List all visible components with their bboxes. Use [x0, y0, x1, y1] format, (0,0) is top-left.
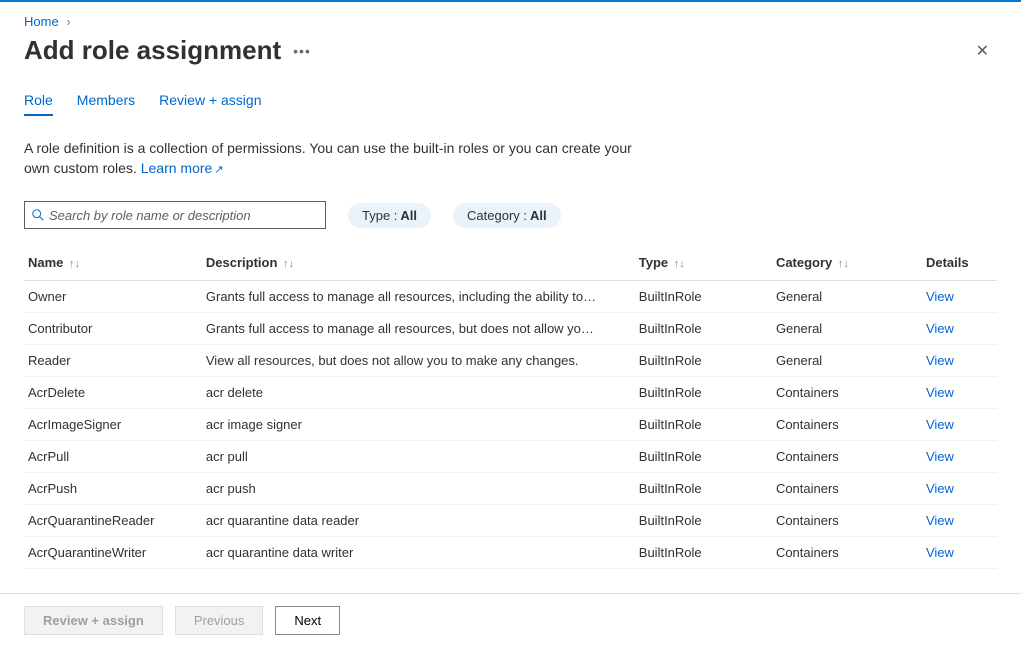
close-icon[interactable]: ✕ [976, 41, 989, 61]
sort-icon[interactable]: ↑↓ [69, 258, 80, 270]
footer-actions: Review + assign Previous Next [0, 593, 1021, 647]
previous-button: Previous [175, 606, 264, 635]
table-row[interactable]: AcrPushacr pushBuiltInRoleContainersView [24, 473, 997, 505]
sort-icon[interactable]: ↑↓ [674, 258, 685, 270]
table-row[interactable]: OwnerGrants full access to manage all re… [24, 281, 997, 313]
tab-review-assign[interactable]: Review + assign [159, 92, 261, 116]
sort-icon[interactable]: ↑↓ [838, 258, 849, 270]
table-row[interactable]: AcrQuarantineReaderacr quarantine data r… [24, 505, 997, 537]
table-row[interactable]: ReaderView all resources, but does not a… [24, 345, 997, 377]
filter-type[interactable]: Type : All [348, 203, 431, 228]
cell-type: BuiltInRole [635, 313, 772, 345]
cell-category: Containers [772, 537, 922, 569]
cell-description: Grants full access to manage all resourc… [202, 313, 635, 345]
filter-type-value: All [400, 208, 417, 223]
col-header-description[interactable]: Description ↑↓ [202, 247, 635, 281]
tab-members[interactable]: Members [77, 92, 135, 116]
cell-category: Containers [772, 377, 922, 409]
cell-type: BuiltInRole [635, 505, 772, 537]
more-actions-icon[interactable]: ••• [293, 43, 311, 59]
sort-icon[interactable]: ↑↓ [283, 258, 294, 270]
external-link-icon: ↗ [214, 163, 223, 179]
table-row[interactable]: AcrImageSigneracr image signerBuiltInRol… [24, 409, 997, 441]
cell-category: General [772, 345, 922, 377]
cell-name: Reader [24, 345, 202, 377]
cell-category: Containers [772, 441, 922, 473]
col-header-details: Details [922, 247, 997, 281]
cell-description: View all resources, but does not allow y… [202, 345, 635, 377]
breadcrumb: Home › [0, 2, 1021, 29]
view-link[interactable]: View [922, 377, 997, 409]
cell-type: BuiltInRole [635, 377, 772, 409]
search-icon [31, 208, 45, 222]
table-row[interactable]: AcrPullacr pullBuiltInRoleContainersView [24, 441, 997, 473]
view-link[interactable]: View [922, 313, 997, 345]
cell-type: BuiltInRole [635, 441, 772, 473]
cell-name: Owner [24, 281, 202, 313]
cell-name: AcrPull [24, 441, 202, 473]
cell-name: Contributor [24, 313, 202, 345]
learn-more-link[interactable]: Learn more [141, 160, 213, 176]
description-text: A role definition is a collection of per… [24, 138, 644, 179]
cell-category: General [772, 281, 922, 313]
cell-category: Containers [772, 505, 922, 537]
table-row[interactable]: AcrQuarantineWriteracr quarantine data w… [24, 537, 997, 569]
table-row[interactable]: AcrDeleteacr deleteBuiltInRoleContainers… [24, 377, 997, 409]
tab-role[interactable]: Role [24, 92, 53, 116]
view-link[interactable]: View [922, 505, 997, 537]
cell-name: AcrImageSigner [24, 409, 202, 441]
cell-description: acr image signer [202, 409, 635, 441]
cell-category: Containers [772, 473, 922, 505]
cell-description: acr delete [202, 377, 635, 409]
breadcrumb-home[interactable]: Home [24, 14, 59, 29]
col-header-type[interactable]: Type ↑↓ [635, 247, 772, 281]
chevron-right-icon: › [66, 14, 70, 29]
roles-table: Name ↑↓ Description ↑↓ Type ↑↓ Category … [24, 247, 997, 569]
table-row[interactable]: ContributorGrants full access to manage … [24, 313, 997, 345]
cell-name: AcrDelete [24, 377, 202, 409]
view-link[interactable]: View [922, 281, 997, 313]
next-button[interactable]: Next [275, 606, 340, 635]
filter-category-value: All [530, 208, 547, 223]
cell-type: BuiltInRole [635, 281, 772, 313]
view-link[interactable]: View [922, 345, 997, 377]
horizontal-scrollbar[interactable] [0, 647, 1021, 662]
filter-type-label: Type : [362, 208, 397, 223]
col-header-name[interactable]: Name ↑↓ [24, 247, 202, 281]
search-input[interactable] [49, 208, 319, 223]
cell-description: Grants full access to manage all resourc… [202, 281, 635, 313]
review-assign-button: Review + assign [24, 606, 163, 635]
cell-description: acr quarantine data writer [202, 537, 635, 569]
page-title: Add role assignment [24, 35, 281, 66]
view-link[interactable]: View [922, 409, 997, 441]
view-link[interactable]: View [922, 537, 997, 569]
cell-name: AcrQuarantineReader [24, 505, 202, 537]
cell-description: acr quarantine data reader [202, 505, 635, 537]
view-link[interactable]: View [922, 441, 997, 473]
filter-category-label: Category : [467, 208, 527, 223]
cell-type: BuiltInRole [635, 473, 772, 505]
cell-name: AcrPush [24, 473, 202, 505]
cell-name: AcrQuarantineWriter [24, 537, 202, 569]
cell-type: BuiltInRole [635, 345, 772, 377]
filter-category[interactable]: Category : All [453, 203, 561, 228]
col-header-category[interactable]: Category ↑↓ [772, 247, 922, 281]
view-link[interactable]: View [922, 473, 997, 505]
search-input-wrapper[interactable] [24, 201, 326, 229]
cell-type: BuiltInRole [635, 409, 772, 441]
cell-description: acr push [202, 473, 635, 505]
cell-category: General [772, 313, 922, 345]
tabs: Role Members Review + assign [24, 92, 997, 116]
cell-category: Containers [772, 409, 922, 441]
cell-type: BuiltInRole [635, 537, 772, 569]
main-scroll-area[interactable]: Role Members Review + assign A role defi… [0, 82, 1021, 593]
cell-description: acr pull [202, 441, 635, 473]
